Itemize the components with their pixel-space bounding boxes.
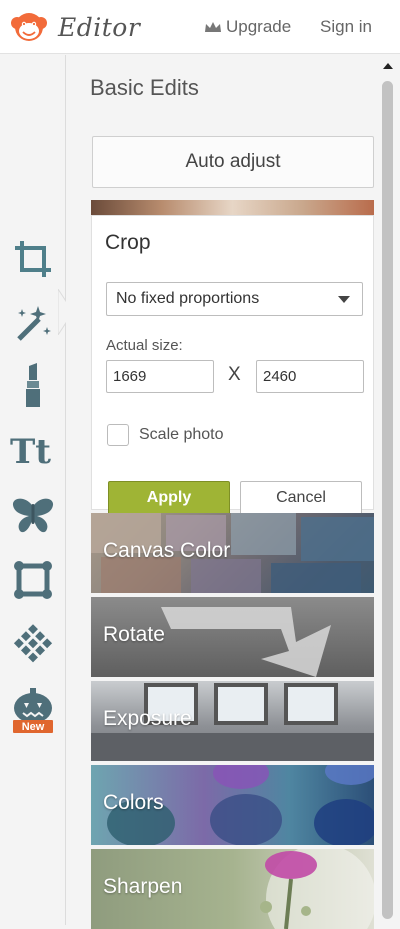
panel-title: Basic Edits	[90, 75, 199, 100]
crop-icon	[15, 241, 51, 277]
scale-photo-label[interactable]: Scale photo	[139, 426, 224, 444]
height-input[interactable]: 2460	[256, 360, 364, 393]
signin-link[interactable]: Sign in	[320, 17, 372, 37]
pumpkin-icon: New	[13, 688, 53, 733]
section-sharpen[interactable]: Sharpen	[91, 849, 374, 929]
tool-frames[interactable]	[0, 552, 66, 608]
auto-adjust-button[interactable]: Auto adjust	[92, 136, 374, 188]
section-label: Canvas Color	[103, 539, 231, 562]
texture-icon	[13, 624, 53, 663]
monkey-logo-icon	[11, 13, 47, 41]
section-rotate[interactable]: Rotate	[91, 597, 374, 677]
top-header: Editor Upgrade Sign in	[0, 0, 400, 54]
actual-size-label: Actual size:	[106, 337, 183, 354]
logo[interactable]: Editor	[8, 10, 140, 44]
section-label: Rotate	[103, 623, 165, 646]
tool-crop[interactable]	[0, 231, 66, 287]
upgrade-label: Upgrade	[226, 17, 292, 36]
butterfly-icon	[12, 498, 54, 533]
crown-icon	[205, 22, 221, 32]
app-title: Editor	[58, 12, 141, 42]
svg-text:Tt: Tt	[10, 432, 51, 470]
scrollbar[interactable]	[377, 55, 400, 925]
section-label: Exposure	[103, 707, 192, 730]
scroll-thumb[interactable]	[382, 81, 393, 919]
proportion-select[interactable]: No fixed proportions	[106, 282, 363, 316]
cancel-button[interactable]: Cancel	[240, 481, 362, 515]
tool-text[interactable]: Tt	[0, 422, 66, 478]
tool-touch-up[interactable]	[0, 357, 66, 413]
frame-icon	[14, 561, 52, 599]
section-exposure[interactable]: Exposure	[91, 681, 374, 761]
upgrade-link[interactable]: Upgrade	[204, 17, 291, 37]
scale-photo-checkbox[interactable]	[107, 424, 129, 446]
tool-overlays[interactable]	[0, 487, 66, 543]
section-label: Sharpen	[103, 875, 183, 898]
section-label: Colors	[103, 791, 164, 814]
size-separator: X	[228, 364, 241, 385]
crop-header-thumbnail[interactable]	[91, 200, 374, 215]
text-icon: Tt	[10, 432, 51, 470]
scroll-up-arrow-icon[interactable]	[383, 63, 393, 69]
width-input[interactable]: 1669	[106, 360, 214, 393]
new-badge: New	[22, 721, 45, 733]
chevron-down-icon	[338, 296, 350, 303]
magic-wand-icon	[17, 306, 51, 341]
lipstick-icon	[26, 363, 40, 407]
tool-textures[interactable]	[0, 616, 66, 672]
apply-button[interactable]: Apply	[108, 481, 230, 515]
tool-effects[interactable]	[0, 295, 66, 351]
section-colors[interactable]: Colors	[91, 765, 374, 845]
section-canvas-color[interactable]: Canvas Color	[91, 513, 374, 593]
crop-panel: Crop No fixed proportions Actual size: 1…	[91, 215, 374, 515]
tool-rail: Tt New	[0, 55, 74, 925]
crop-title: Crop	[105, 231, 151, 254]
edit-panel: Basic Edits Auto adjust Crop No fixed pr…	[66, 55, 400, 929]
tool-seasonal[interactable]: New	[0, 679, 66, 741]
proportion-value: No fixed proportions	[116, 290, 260, 307]
